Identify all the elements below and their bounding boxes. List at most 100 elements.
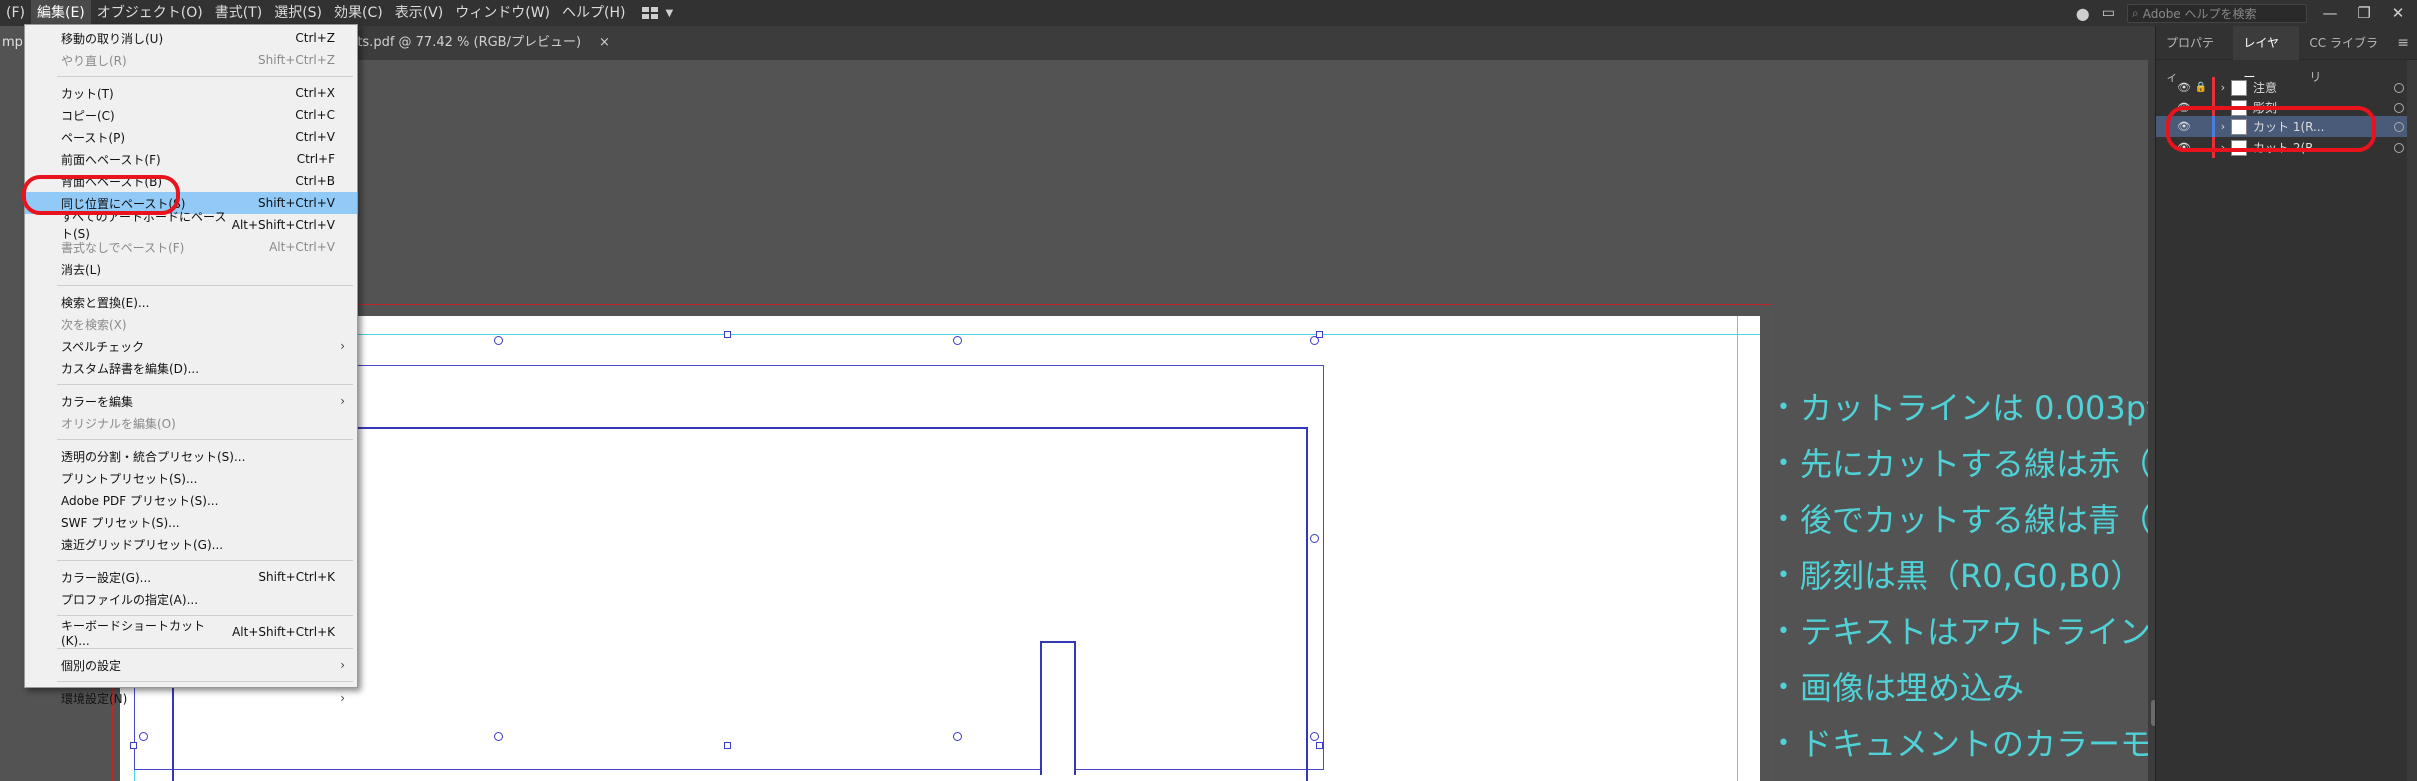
menu-5[interactable]: 効果(C): [328, 0, 389, 26]
layer-target-icon[interactable]: [2394, 121, 2404, 132]
panel-scrollbar[interactable]: [2407, 60, 2417, 781]
menu-item-label: ペースト(P): [61, 130, 125, 145]
cut-line-notch[interactable]: [1040, 641, 1076, 775]
menu-item-shortcut: Ctrl+V: [295, 130, 335, 144]
layer-target-icon[interactable]: [2394, 142, 2404, 153]
menu-0[interactable]: (F): [0, 0, 31, 26]
menu-2[interactable]: オブジェクト(O): [91, 0, 209, 26]
selection-handle[interactable]: [953, 732, 962, 741]
canvas-note: • テキストはアウトライン化: [1777, 604, 2155, 660]
edit-menu-item[interactable]: 消去(L): [25, 258, 357, 280]
edit-menu-item[interactable]: 遠近グリッドプリセット(G)...: [25, 533, 357, 555]
selection-handle[interactable]: [1310, 732, 1319, 741]
edit-menu-item[interactable]: スペルチェック ›: [25, 335, 357, 357]
workspace-switcher[interactable]: ▼: [641, 6, 673, 20]
close-icon[interactable]: ×: [599, 26, 610, 60]
edit-menu-item[interactable]: ペースト(P) Ctrl+V: [25, 126, 357, 148]
selection-handle[interactable]: [953, 336, 962, 345]
menu-item-shortcut: Ctrl+F: [296, 152, 335, 166]
edit-menu-item[interactable]: カット(T) Ctrl+X: [25, 82, 357, 104]
selection-handle[interactable]: [724, 331, 731, 338]
chevron-right-icon: ›: [340, 658, 345, 672]
edit-menu-item[interactable]: Adobe PDF プリセット(S)...: [25, 489, 357, 511]
panel-tab[interactable]: プロパティ: [2156, 26, 2233, 84]
minimize-button[interactable]: —: [2319, 4, 2341, 22]
edit-menu-item[interactable]: カスタム辞書を編集(D)...: [25, 357, 357, 379]
menu-item-label: 遠近グリッドプリセット(G)...: [61, 537, 224, 552]
menu-4[interactable]: 選択(S): [268, 0, 328, 26]
edit-menu-item[interactable]: 環境設定(N) ›: [25, 687, 357, 709]
panel-menu-icon[interactable]: ≡: [2397, 35, 2417, 51]
menu-3[interactable]: 書式(T): [209, 0, 268, 26]
menu-1[interactable]: 編集(E): [30, 0, 91, 26]
menu-item-label: 消去(L): [61, 262, 102, 277]
menu-item-label: SWF プリセット(S)...: [61, 515, 180, 530]
document-tab-active[interactable]: Cuts.pdf @ 77.42 % (RGB/プレビュー) ×: [340, 26, 610, 60]
layer-thumbnail: [2231, 79, 2247, 96]
user-account-icon[interactable]: ●: [2076, 4, 2090, 23]
edit-menu-item[interactable]: プリントプリセット(S)...: [25, 467, 357, 489]
menu-item-shortcut: Shift+Ctrl+K: [258, 570, 335, 584]
bullet-icon: •: [1777, 731, 1790, 756]
canvas-note: • 画像は埋め込み: [1777, 660, 2155, 716]
menu-separator: [57, 384, 353, 385]
menu-item-label: 検索と置換(E)...: [61, 295, 150, 310]
edit-menu-item: 書式なしでペースト(F) Alt+Ctrl+V: [25, 236, 357, 258]
close-window-button[interactable]: ✕: [2387, 4, 2409, 22]
menu-7[interactable]: ウィンドウ(W): [449, 0, 556, 26]
menu-separator: [57, 560, 353, 561]
layer-target-icon[interactable]: [2394, 102, 2404, 113]
menu-6[interactable]: 表示(V): [389, 0, 450, 26]
edit-menu-item[interactable]: プロファイルの指定(A)...: [25, 588, 357, 610]
panel-toggle-icon[interactable]: ▭: [2102, 5, 2115, 21]
layer-row[interactable]: 👁 🔒 › 注意: [2156, 77, 2417, 98]
menubar: (F) 編集(E) オブジェクト(O) 書式(T) 選択(S) 効果(C) 表示(V) ウィン…: [0, 0, 2417, 26]
help-search-input[interactable]: ⌕ Adobe ヘルプを検索: [2127, 3, 2307, 23]
menu-item-label: キーボードショートカット(K)...: [61, 618, 206, 648]
edit-menu-item: 次を検索(X): [25, 313, 357, 335]
chevron-right-icon[interactable]: ›: [2215, 81, 2231, 94]
menu-separator: [57, 439, 353, 440]
panel-tab[interactable]: CC ライブラリ: [2299, 26, 2397, 84]
menu-item-label: スペルチェック: [61, 339, 145, 354]
menu-item-shortcut: Alt+Shift+Ctrl+K: [232, 625, 335, 639]
edit-menu-item[interactable]: キーボードショートカット(K)... Alt+Shift+Ctrl+K: [25, 619, 357, 648]
canvas-note: • カットラインは 0.003pt: [1777, 380, 2155, 436]
menu-8[interactable]: ヘルプ(H): [556, 0, 631, 26]
edit-menu-item[interactable]: カラー設定(G)... Shift+Ctrl+K: [25, 566, 357, 588]
bullet-icon: •: [1777, 395, 1790, 420]
edit-menu-item[interactable]: カラーを編集 ›: [25, 390, 357, 412]
menu-item-shortcut: Ctrl+C: [295, 108, 335, 122]
bullet-icon: •: [1777, 451, 1790, 476]
selection-handle[interactable]: [130, 742, 137, 749]
canvas-vertical-scrollbar[interactable]: [2148, 60, 2155, 781]
selection-handle[interactable]: [494, 336, 503, 345]
selection-handle[interactable]: [139, 732, 148, 741]
edit-menu-item[interactable]: 透明の分割・統合プリセット(S)...: [25, 445, 357, 467]
menu-item-label: カット(T): [61, 86, 114, 101]
edit-menu-item[interactable]: 前面へペースト(F) Ctrl+F: [25, 148, 357, 170]
lock-icon[interactable]: 🔒: [2194, 82, 2208, 93]
canvas-note-text: カットラインは 0.003pt: [1799, 389, 2155, 427]
selection-handle[interactable]: [494, 732, 503, 741]
selection-handle[interactable]: [724, 742, 731, 749]
edit-menu-item[interactable]: SWF プリセット(S)...: [25, 511, 357, 533]
layer-target-icon[interactable]: [2394, 82, 2404, 93]
chevron-down-icon: ▼: [665, 7, 674, 19]
edit-menu-item[interactable]: 個別の設定 ›: [25, 654, 357, 676]
bullet-icon: •: [1777, 563, 1790, 588]
menu-item-shortcut: Alt+Shift+Ctrl+V: [231, 218, 335, 232]
edit-menu-item[interactable]: 移動の取り消し(U) Ctrl+Z: [25, 27, 357, 49]
menu-item-label: コピー(C): [61, 108, 115, 123]
edit-menu-item[interactable]: 検索と置換(E)...: [25, 291, 357, 313]
edit-menu-item[interactable]: コピー(C) Ctrl+C: [25, 104, 357, 126]
menu-item-label: カスタム辞書を編集(D)...: [61, 361, 200, 376]
selection-handle[interactable]: [1316, 742, 1323, 749]
selection-handle[interactable]: [1310, 534, 1319, 543]
panel-tab[interactable]: レイヤー: [2233, 25, 2300, 84]
maximize-button[interactable]: ❐: [2353, 4, 2375, 22]
eye-icon[interactable]: 👁: [2174, 81, 2194, 94]
edit-menu-item[interactable]: すべてのアートボードにペースト(S) Alt+Shift+Ctrl+V: [25, 210, 357, 241]
selection-handle[interactable]: [1316, 331, 1323, 338]
canvas-note-text: ドキュメントのカラーモー: [1799, 725, 2155, 763]
